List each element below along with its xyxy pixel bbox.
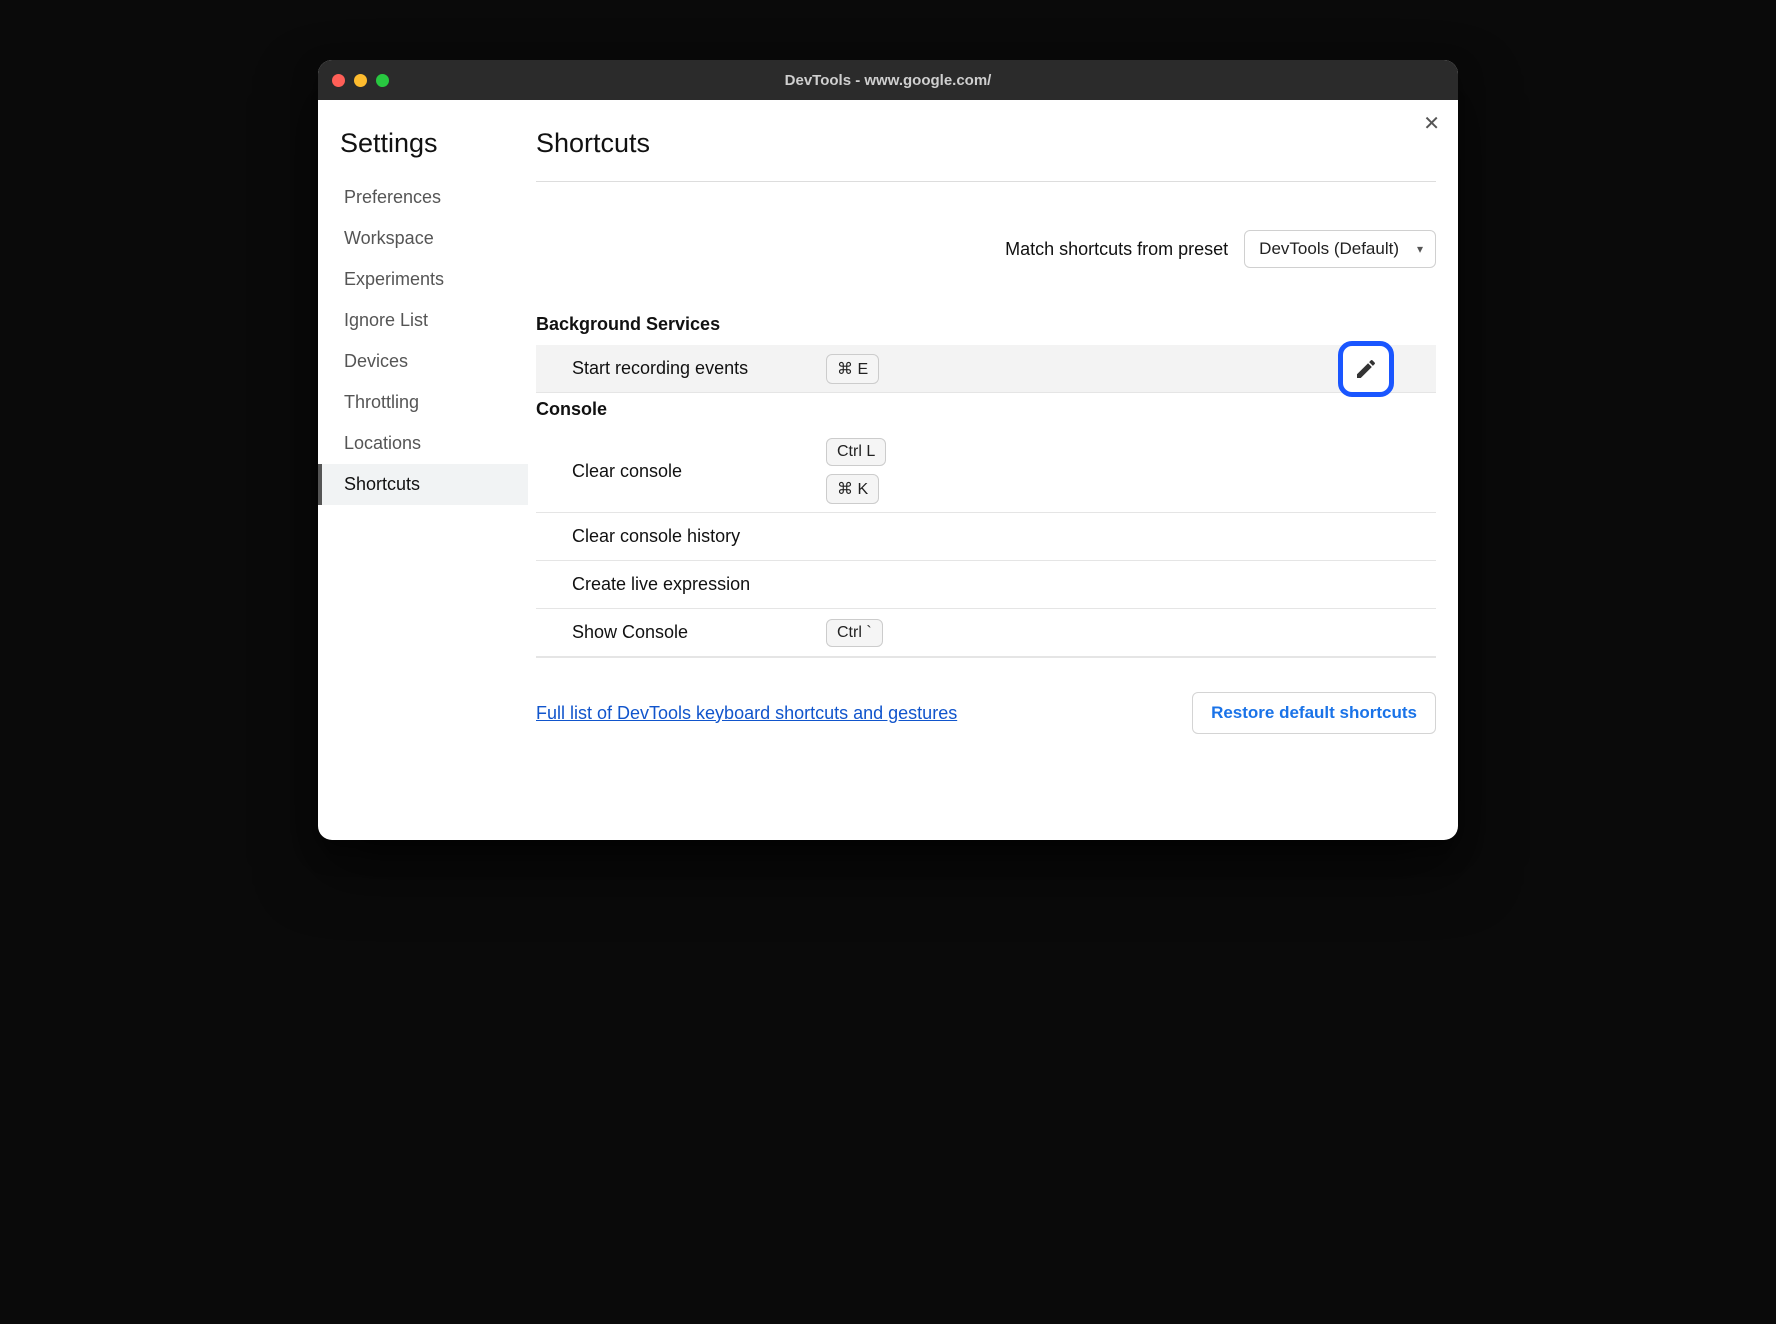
sidebar-item-shortcuts[interactable]: Shortcuts: [318, 464, 528, 505]
sidebar-heading: Settings: [318, 128, 528, 177]
keyboard-key: Ctrl `: [826, 619, 883, 647]
pencil-icon: [1354, 357, 1378, 381]
main-panel: Shortcuts Match shortcuts from preset De…: [528, 100, 1458, 840]
footer: Full list of DevTools keyboard shortcuts…: [536, 657, 1436, 738]
content: ✕ Settings PreferencesWorkspaceExperimen…: [318, 100, 1458, 840]
traffic-lights: [332, 74, 389, 87]
sidebar: Settings PreferencesWorkspaceExperiments…: [318, 100, 528, 840]
restore-defaults-button[interactable]: Restore default shortcuts: [1192, 692, 1436, 734]
keyboard-key: Ctrl L: [826, 438, 886, 466]
shortcut-action: Show Console: [536, 610, 826, 655]
sidebar-item-throttling[interactable]: Throttling: [318, 382, 528, 423]
section-title: Console: [536, 393, 1436, 430]
sidebar-item-experiments[interactable]: Experiments: [318, 259, 528, 300]
page-title: Shortcuts: [536, 128, 1436, 182]
preset-select-value: DevTools (Default): [1259, 239, 1399, 258]
sidebar-item-ignore-list[interactable]: Ignore List: [318, 300, 528, 341]
window-title: DevTools - www.google.com/: [318, 72, 1458, 89]
shortcut-action: Clear console: [536, 449, 826, 494]
shortcut-row: Clear consoleCtrl L ⌘ K: [536, 430, 1436, 513]
window-zoom-icon[interactable]: [376, 74, 389, 87]
shortcut-action: Create live expression: [536, 562, 826, 607]
full-list-link[interactable]: Full list of DevTools keyboard shortcuts…: [536, 703, 957, 724]
shortcut-row: Start recording events⌘ E: [536, 345, 1436, 393]
close-icon[interactable]: ✕: [1423, 114, 1440, 134]
shortcut-action: Start recording events: [536, 346, 826, 391]
window-close-icon[interactable]: [332, 74, 345, 87]
shortcut-keys: Ctrl L ⌘ K: [826, 430, 886, 512]
shortcut-row: Show ConsoleCtrl `: [536, 609, 1436, 657]
edit-shortcut-button[interactable]: [1338, 341, 1394, 397]
app-window: DevTools - www.google.com/ ✕ Settings Pr…: [318, 60, 1458, 840]
preset-select[interactable]: DevTools (Default): [1244, 230, 1436, 268]
sidebar-item-locations[interactable]: Locations: [318, 423, 528, 464]
preset-label: Match shortcuts from preset: [1005, 239, 1228, 260]
shortcut-action: Clear console history: [536, 514, 826, 559]
sidebar-item-devices[interactable]: Devices: [318, 341, 528, 382]
section-title: Background Services: [536, 308, 1436, 345]
sidebar-item-workspace[interactable]: Workspace: [318, 218, 528, 259]
keyboard-key: ⌘ E: [826, 354, 879, 384]
preset-row: Match shortcuts from preset DevTools (De…: [536, 182, 1436, 308]
keyboard-key: ⌘ K: [826, 474, 879, 504]
titlebar: DevTools - www.google.com/: [318, 60, 1458, 100]
window-minimize-icon[interactable]: [354, 74, 367, 87]
shortcut-row: Create live expression: [536, 561, 1436, 609]
shortcut-row: Clear console history: [536, 513, 1436, 561]
shortcut-keys: Ctrl `: [826, 611, 883, 655]
sidebar-item-preferences[interactable]: Preferences: [318, 177, 528, 218]
shortcut-keys: ⌘ E: [826, 346, 879, 392]
